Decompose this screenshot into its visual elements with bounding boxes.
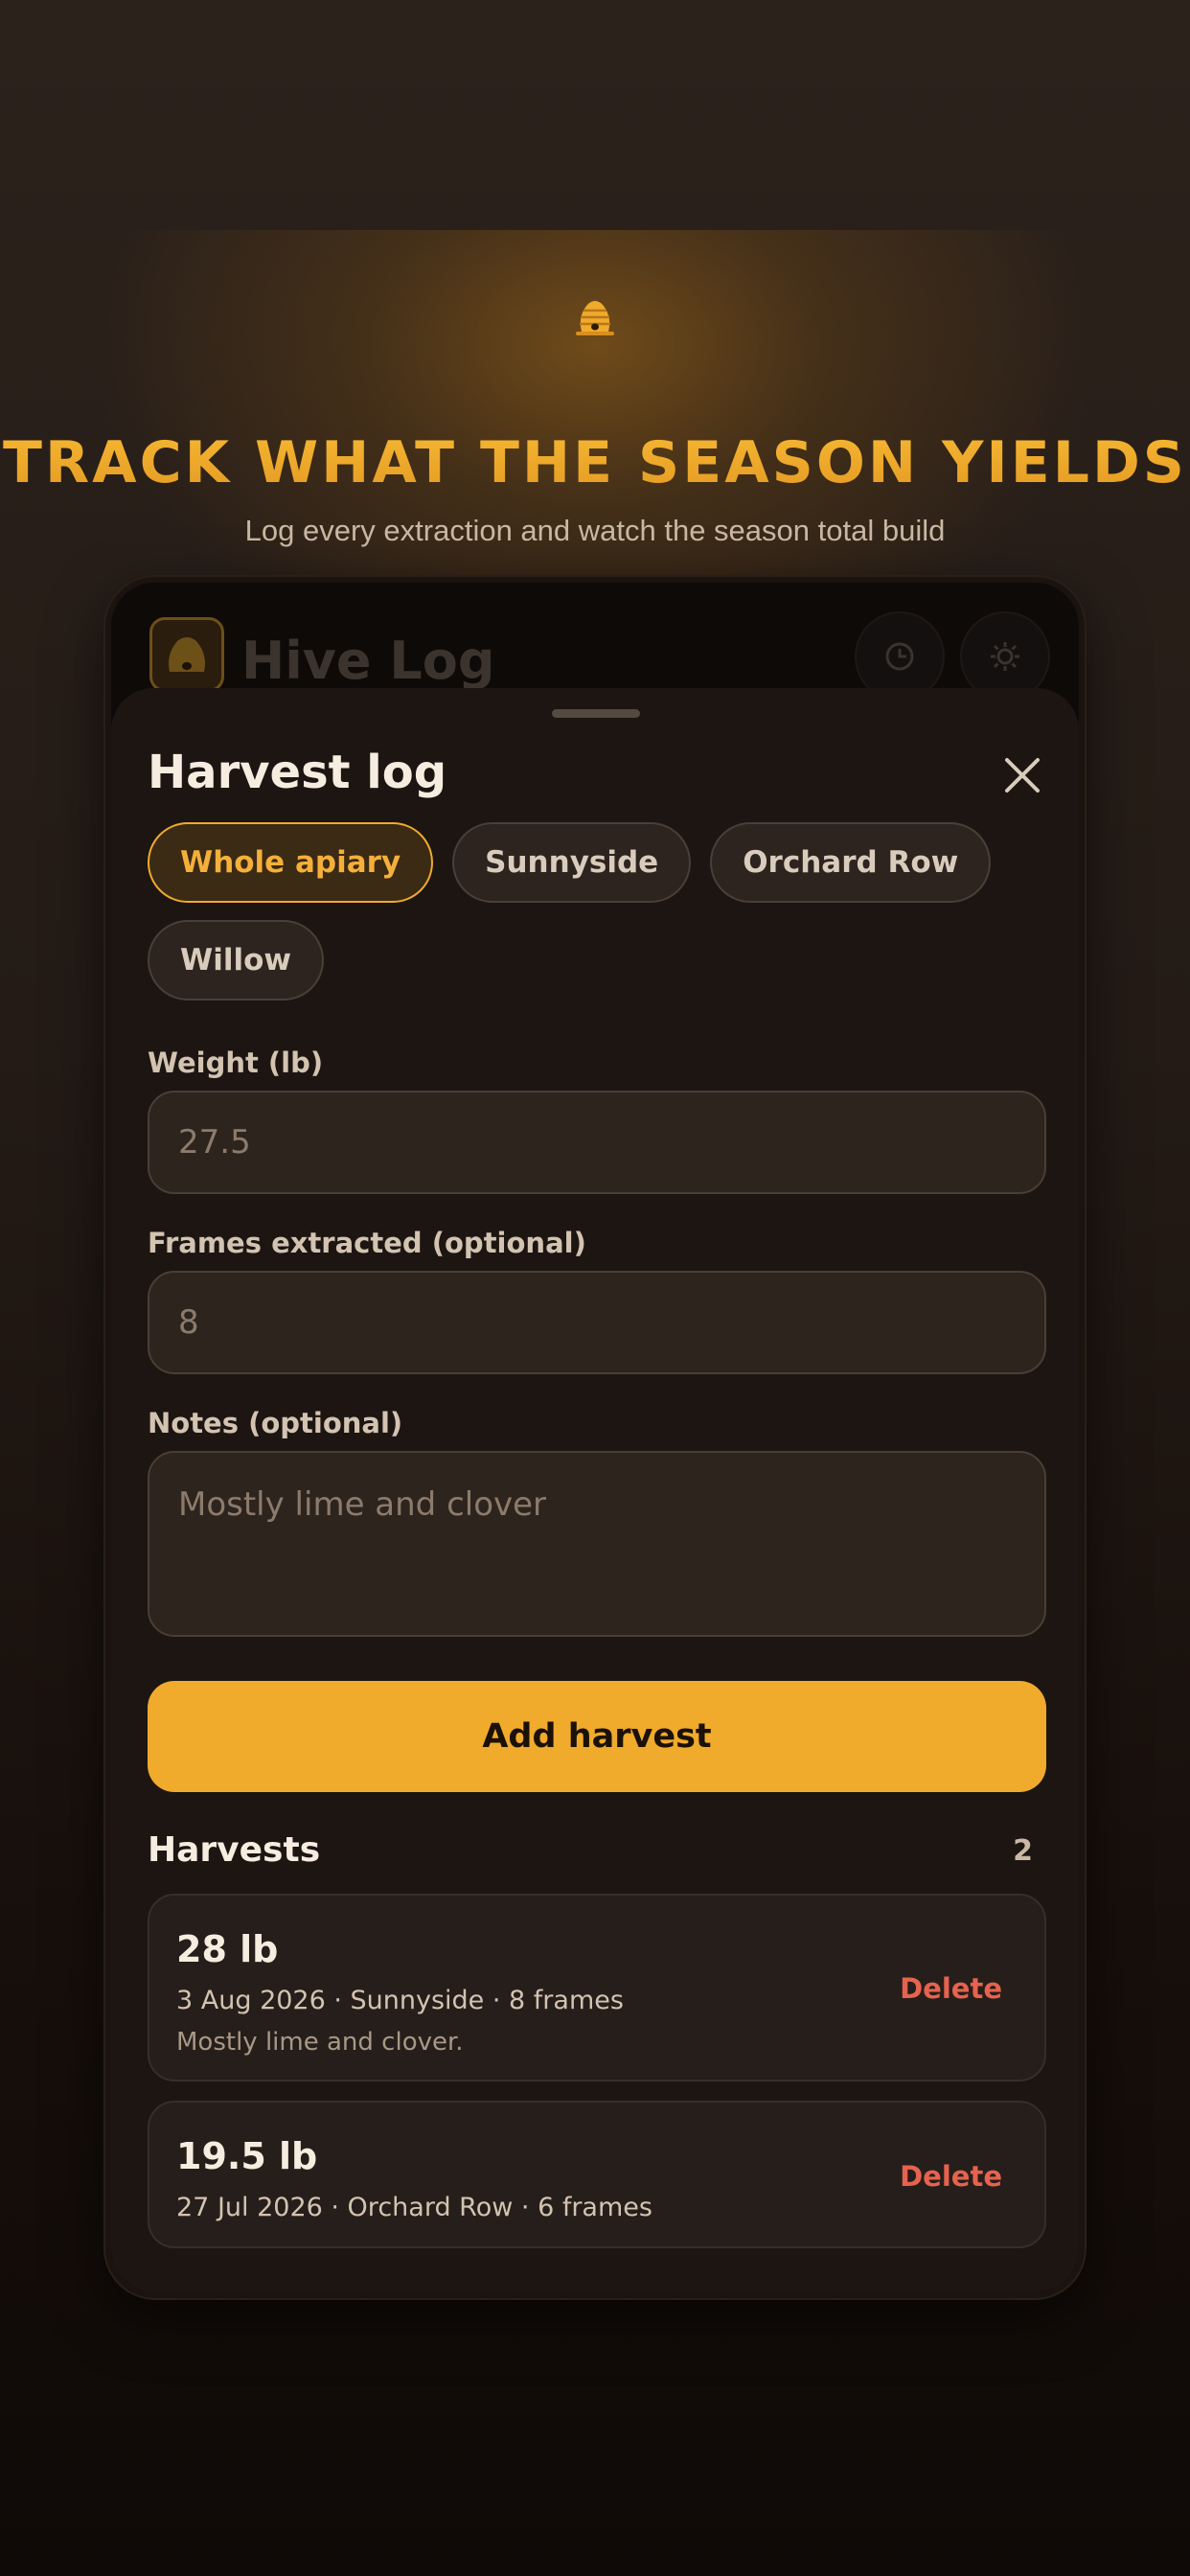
filter-chip-whole-apiary[interactable]: Whole apiary (148, 822, 434, 903)
beehive-icon (169, 637, 205, 672)
frames-input[interactable]: 8 (148, 1271, 1046, 1374)
frames-label: Frames extracted (optional) (148, 1227, 586, 1259)
harvest-weight: 28 lb (176, 1928, 279, 1970)
hero-title: TRACK WHAT THE SEASON YIELDS (0, 429, 1190, 496)
sheet-grabber[interactable] (552, 709, 640, 718)
app-logo (149, 617, 224, 692)
weight-label: Weight (lb) (148, 1046, 324, 1079)
harvest-meta: 27 Jul 2026 · Orchard Row · 6 frames (176, 2193, 652, 2222)
harvest-sheet: Harvest log Whole apiary Sunnyside Orcha… (111, 688, 1079, 2292)
filter-chip-sunnyside[interactable]: Sunnyside (452, 822, 692, 903)
phone-frame: Hive Log Harvest log Whole apiary Sunnys… (105, 577, 1085, 2298)
harvest-note: Mostly lime and clover. (176, 2028, 464, 2057)
app-title: Hive Log (241, 631, 495, 691)
add-harvest-button[interactable]: Add harvest (148, 1681, 1046, 1792)
delete-button[interactable]: Delete (900, 1972, 1002, 2005)
harvests-count: 2 (1013, 1834, 1033, 1868)
harvest-card: 28 lb 3 Aug 2026 · Sunnyside · 8 frames … (148, 1894, 1046, 2082)
weight-input[interactable]: 27.5 (148, 1091, 1046, 1194)
harvests-heading: Harvests (148, 1830, 321, 1870)
filter-chip-willow[interactable]: Willow (148, 920, 325, 1000)
notes-textarea[interactable]: Mostly lime and clover (148, 1451, 1046, 1637)
filter-chip-orchard-row[interactable]: Orchard Row (710, 822, 992, 903)
delete-button[interactable]: Delete (900, 2160, 1002, 2193)
harvest-card: 19.5 lb 27 Jul 2026 · Orchard Row · 6 fr… (148, 2101, 1046, 2248)
apiary-filter: Whole apiary Sunnyside Orchard Row Willo… (148, 822, 1048, 1000)
beehive-icon (576, 301, 614, 335)
harvest-weight: 19.5 lb (176, 2135, 318, 2177)
close-icon[interactable] (1002, 755, 1042, 795)
notes-label: Notes (optional) (148, 1407, 403, 1439)
gear-icon (991, 642, 1019, 671)
sheet-title: Harvest log (148, 746, 447, 799)
clock-icon (885, 642, 914, 671)
harvest-meta: 3 Aug 2026 · Sunnyside · 8 frames (176, 1986, 624, 2015)
hero-subtitle: Log every extraction and watch the seaso… (244, 514, 946, 547)
